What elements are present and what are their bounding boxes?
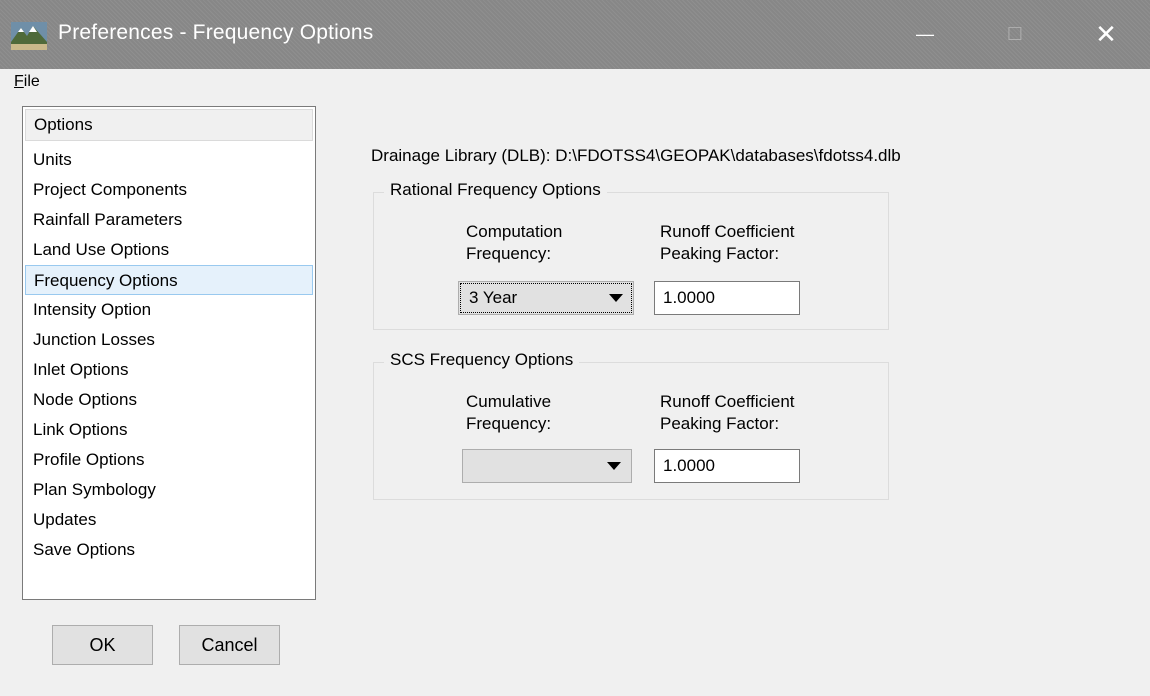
- computation-frequency-label-line1: Computation: [466, 222, 563, 241]
- scs-runoff-coefficient-label-line2: Peaking Factor:: [660, 414, 780, 433]
- list-item-inlet-options[interactable]: Inlet Options: [25, 355, 313, 385]
- list-item-junction-losses[interactable]: Junction Losses: [25, 325, 313, 355]
- preferences-window: Preferences - Frequency Options — ☐ ✕ Fi…: [0, 0, 1150, 696]
- options-list[interactable]: Options Units Project Components Rainfal…: [22, 106, 316, 600]
- menu-bar: File: [0, 69, 1150, 99]
- scs-peaking-factor-input[interactable]: 1.0000: [654, 449, 800, 483]
- menu-file-accelerator: F: [14, 73, 24, 90]
- list-item-units[interactable]: Units: [25, 145, 313, 175]
- list-item-profile-options[interactable]: Profile Options: [25, 445, 313, 475]
- list-item-frequency-options[interactable]: Frequency Options: [25, 265, 313, 295]
- scs-runoff-coefficient-label-line1: Runoff Coefficient: [660, 392, 795, 411]
- close-icon: ✕: [1095, 19, 1117, 49]
- minimize-icon: —: [916, 24, 934, 44]
- rational-runoff-coefficient-label: Runoff Coefficient Peaking Factor:: [660, 221, 795, 265]
- menu-file[interactable]: File: [14, 73, 40, 91]
- rational-runoff-coefficient-label-line1: Runoff Coefficient: [660, 222, 795, 241]
- cumulative-frequency-label-line1: Cumulative: [466, 392, 552, 411]
- rational-group-title: Rational Frequency Options: [384, 180, 607, 200]
- scs-group-title: SCS Frequency Options: [384, 350, 580, 370]
- list-item-updates[interactable]: Updates: [25, 505, 313, 535]
- app-icon: [11, 22, 47, 50]
- rational-runoff-coefficient-label-line2: Peaking Factor:: [660, 244, 780, 263]
- computation-frequency-label: Computation Frequency:: [466, 221, 562, 265]
- maximize-button[interactable]: ☐: [985, 0, 1045, 69]
- list-item-save-options[interactable]: Save Options: [25, 535, 313, 565]
- computation-frequency-select[interactable]: 3 Year: [458, 281, 634, 315]
- list-header-options: Options: [25, 109, 313, 141]
- list-item-plan-symbology[interactable]: Plan Symbology: [25, 475, 313, 505]
- drainage-library-label: Drainage Library (DLB): D:\FDOTSS4\GEOPA…: [371, 146, 901, 165]
- maximize-icon: ☐: [1006, 24, 1024, 44]
- list-item-land-use-options[interactable]: Land Use Options: [25, 235, 313, 265]
- close-button[interactable]: ✕: [1076, 0, 1136, 69]
- list-item-node-options[interactable]: Node Options: [25, 385, 313, 415]
- rational-peaking-factor-input[interactable]: 1.0000: [654, 281, 800, 315]
- cumulative-frequency-label: Cumulative Frequency:: [466, 391, 551, 435]
- minimize-button[interactable]: —: [895, 0, 955, 69]
- cumulative-frequency-label-line2: Frequency:: [466, 414, 552, 433]
- title-bar[interactable]: Preferences - Frequency Options — ☐ ✕: [0, 0, 1150, 69]
- computation-frequency-value: 3 Year: [469, 288, 518, 307]
- window-title: Preferences - Frequency Options: [58, 21, 374, 44]
- chevron-down-icon: [609, 294, 623, 302]
- list-item-project-components[interactable]: Project Components: [25, 175, 313, 205]
- list-item-intensity-option[interactable]: Intensity Option: [25, 295, 313, 325]
- scs-runoff-coefficient-label: Runoff Coefficient Peaking Factor:: [660, 391, 795, 435]
- computation-frequency-label-line2: Frequency:: [466, 244, 552, 263]
- menu-file-label: ile: [23, 73, 40, 90]
- cumulative-frequency-select[interactable]: [462, 449, 632, 483]
- chevron-down-icon: [607, 462, 621, 470]
- cancel-button[interactable]: Cancel: [179, 625, 280, 665]
- list-item-link-options[interactable]: Link Options: [25, 415, 313, 445]
- ok-button[interactable]: OK: [52, 625, 153, 665]
- list-item-rainfall-parameters[interactable]: Rainfall Parameters: [25, 205, 313, 235]
